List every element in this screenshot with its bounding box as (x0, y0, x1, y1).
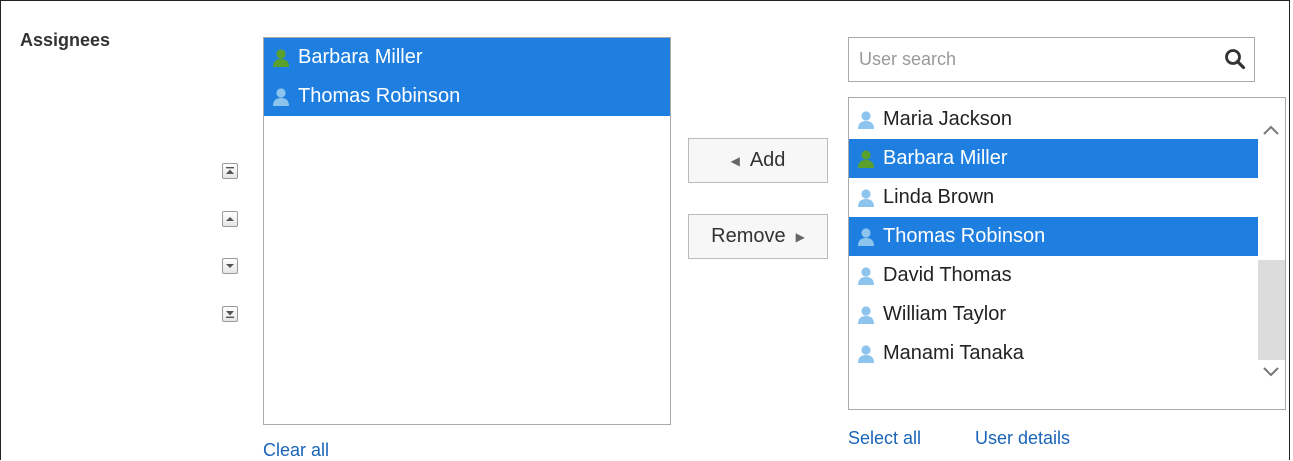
list-item[interactable]: William Taylor (849, 295, 1258, 334)
list-item[interactable]: Thomas Robinson (849, 217, 1258, 256)
add-button[interactable]: ◀ Add (688, 138, 828, 183)
user-candidates-list[interactable]: Maria Jackson Barbara Miller Linda Brown Th… (849, 100, 1258, 373)
user-icon (858, 305, 874, 324)
user-name: Linda Brown (883, 186, 995, 208)
scroll-down-icon[interactable] (1262, 366, 1280, 378)
select-all-link[interactable]: Select all (848, 428, 921, 449)
move-down-icon (226, 264, 234, 268)
user-icon (858, 266, 874, 285)
user-icon (858, 227, 874, 246)
list-item[interactable]: Linda Brown (849, 178, 1258, 217)
move-to-top-button[interactable] (222, 163, 238, 179)
list-item[interactable]: Thomas Robinson (264, 77, 670, 116)
assignees-label: Assignees (20, 30, 111, 50)
user-name: Maria Jackson (883, 108, 1012, 130)
move-up-icon (226, 217, 234, 221)
user-icon (858, 149, 874, 168)
add-button-label: Add (749, 149, 786, 171)
scroll-up-icon[interactable] (1262, 124, 1280, 136)
user-name: Barbara Miller (883, 147, 1008, 169)
move-to-top-icon (226, 167, 234, 174)
user-name: Thomas Robinson (298, 85, 461, 107)
user-icon (858, 344, 874, 363)
user-name: Barbara Miller (298, 46, 423, 68)
user-icon (273, 48, 289, 67)
remove-button[interactable]: Remove ▶ (688, 214, 828, 259)
list-item[interactable]: David Thomas (849, 256, 1258, 295)
user-icon (273, 87, 289, 106)
user-name: William Taylor (883, 303, 1006, 325)
candidates-scrollbar[interactable] (1258, 98, 1285, 409)
user-search-input[interactable] (849, 38, 1209, 81)
move-to-bottom-icon (226, 311, 234, 318)
list-item[interactable]: Maria Jackson (849, 100, 1258, 139)
remove-button-label: Remove (711, 225, 786, 247)
move-down-button[interactable] (222, 258, 238, 274)
triangle-left-icon: ◀ (730, 153, 740, 168)
user-icon (858, 188, 874, 207)
user-icon (858, 110, 874, 129)
list-item[interactable]: Barbara Miller (264, 38, 670, 77)
clear-all-link[interactable]: Clear all (263, 440, 329, 461)
move-up-button[interactable] (222, 211, 238, 227)
move-to-bottom-button[interactable] (222, 306, 238, 322)
scrollbar-thumb[interactable] (1258, 260, 1285, 360)
user-details-link[interactable]: User details (975, 428, 1070, 449)
assignees-list[interactable]: Barbara Miller Thomas Robinson (263, 37, 671, 425)
list-item[interactable]: Barbara Miller (849, 139, 1258, 178)
user-name: David Thomas (883, 264, 1012, 286)
user-candidates-box: Maria Jackson Barbara Miller Linda Brown Th… (848, 97, 1286, 410)
list-item[interactable]: Manami Tanaka (849, 334, 1258, 373)
user-name: Manami Tanaka (883, 342, 1024, 364)
search-icon[interactable] (1224, 48, 1246, 70)
user-name: Thomas Robinson (883, 225, 1046, 247)
triangle-right-icon: ▶ (795, 229, 805, 244)
user-search-box (848, 37, 1255, 82)
